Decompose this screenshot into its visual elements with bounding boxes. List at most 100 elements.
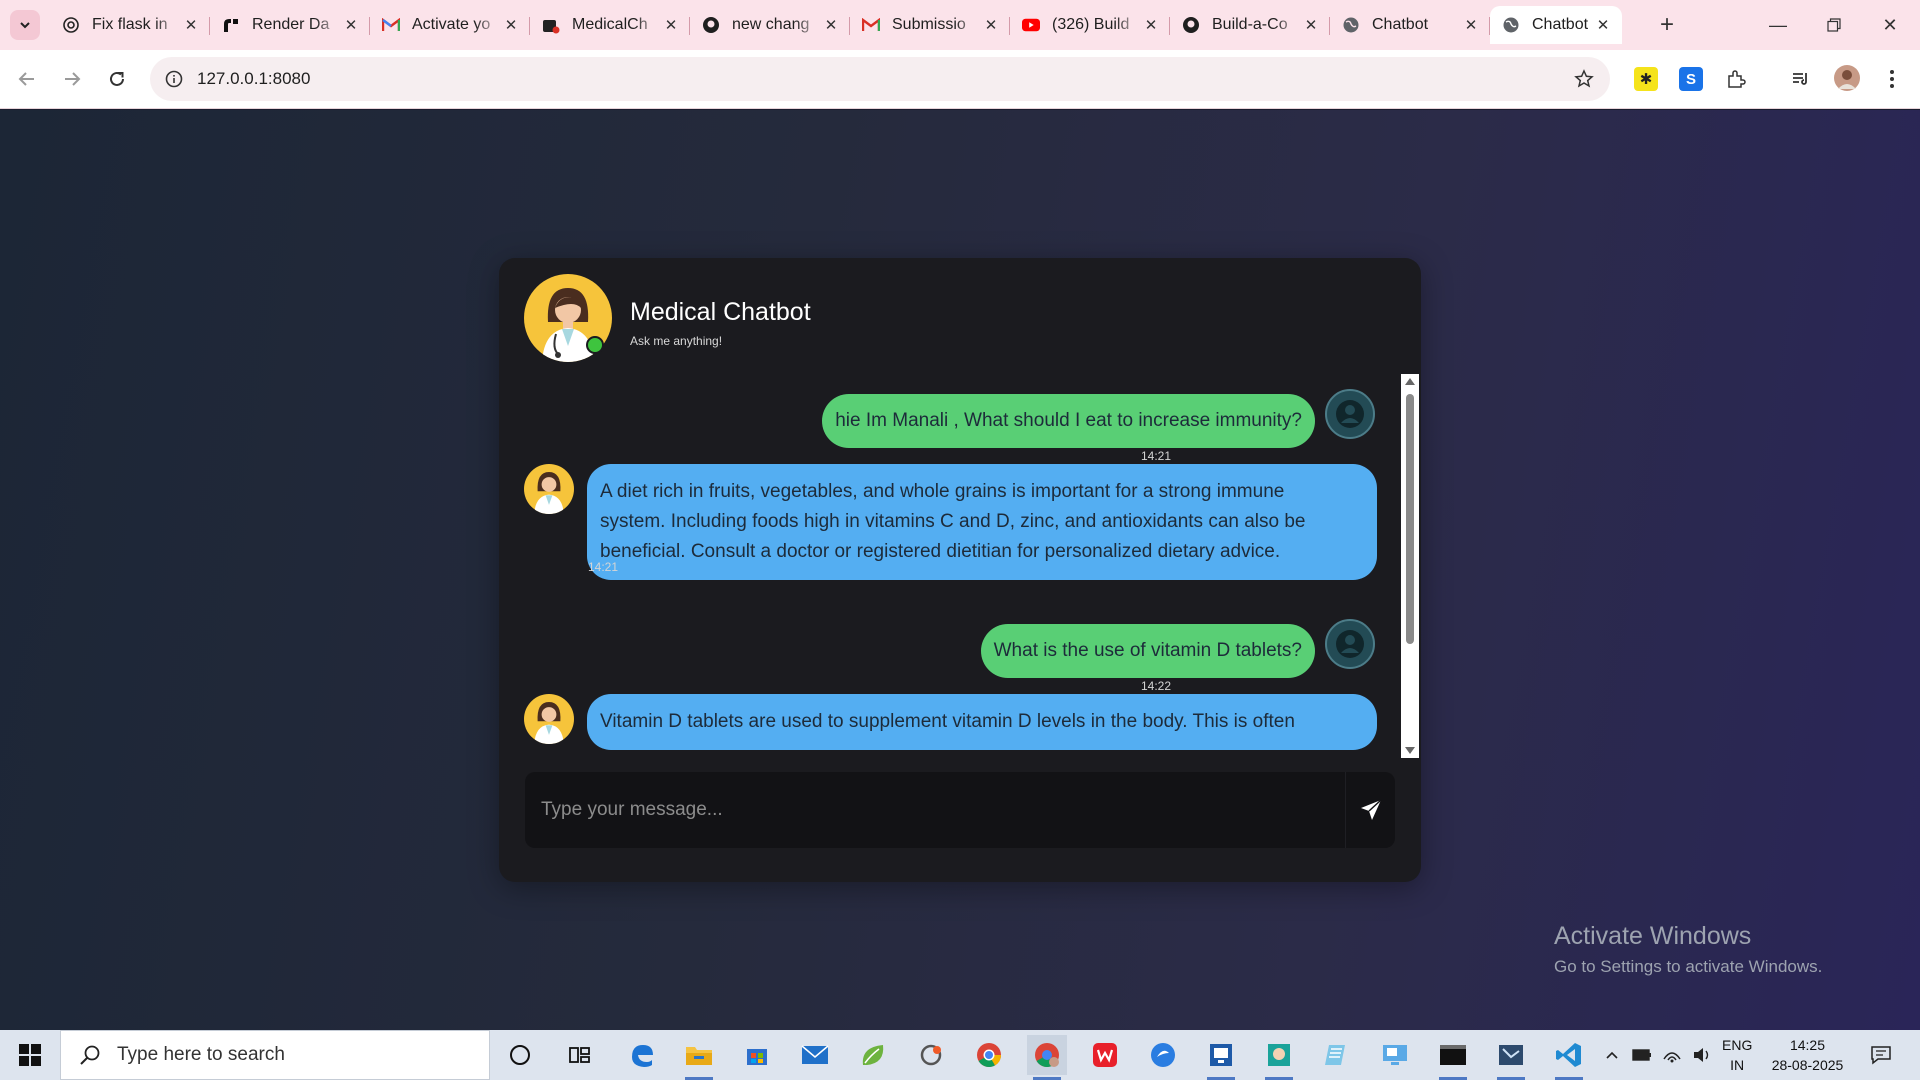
message-input[interactable] (525, 772, 1345, 848)
message-text: hie Im Manali , What should I eat to inc… (835, 410, 1302, 431)
scroll-down-arrow-icon[interactable] (1405, 747, 1415, 754)
browser-tab-active[interactable]: Chatbot ✕ (1490, 6, 1622, 44)
show-hidden-icons-chevron-icon[interactable] (1600, 1030, 1624, 1080)
watermark-title: Activate Windows (1554, 922, 1752, 950)
message-text-line: Vitamin D tablets are used to supplement… (600, 711, 1295, 732)
message-list-scrollbar[interactable] (1401, 374, 1419, 758)
close-tab-icon[interactable]: ✕ (1462, 16, 1480, 34)
address-bar[interactable]: 127.0.0.1:8080 (150, 57, 1610, 101)
close-tab-icon[interactable]: ✕ (1594, 16, 1612, 34)
user-avatar (1325, 619, 1375, 669)
wifi-icon[interactable] (1660, 1030, 1684, 1080)
cortana-icon[interactable] (500, 1035, 540, 1075)
microsoft-store-icon[interactable] (737, 1035, 777, 1075)
plus-icon: + (1659, 11, 1674, 38)
sql-tool-icon[interactable] (1491, 1035, 1531, 1080)
message-timestamp: 14:21 (588, 560, 619, 574)
extensions-puzzle-icon[interactable] (1724, 67, 1748, 91)
close-tab-icon[interactable]: ✕ (342, 16, 360, 34)
spring-leaf-icon[interactable] (853, 1035, 893, 1075)
message-text-line: system. Including foods high in vitamins… (600, 511, 1306, 532)
browser-tab[interactable]: Build-a-Co ✕ (1170, 6, 1330, 44)
start-button[interactable] (0, 1030, 60, 1080)
message-list[interactable]: hie Im Manali , What should I eat to inc… (499, 374, 1421, 758)
new-tab-button[interactable]: + (1652, 10, 1682, 40)
tab-search-button[interactable] (10, 10, 40, 40)
notification-center-icon[interactable] (1866, 1040, 1896, 1070)
message-text-line: beneficial. Consult a doctor or register… (600, 541, 1281, 562)
teal-app-icon[interactable] (1259, 1035, 1299, 1080)
render-icon (222, 16, 240, 34)
app-circle-icon[interactable] (911, 1035, 951, 1075)
arrow-right-icon (65, 72, 81, 86)
github-icon (702, 16, 720, 34)
browser-tab[interactable]: MedicalCh ✕ (530, 6, 690, 44)
activate-windows-watermark: Activate Windows Go to Settings to activ… (1554, 922, 1822, 977)
chrome-profile-icon[interactable] (1027, 1035, 1067, 1080)
blue-app-icon[interactable] (1143, 1035, 1183, 1075)
user-message-bubble: hie Im Manali , What should I eat to inc… (822, 394, 1315, 448)
close-tab-icon[interactable]: ✕ (982, 16, 1000, 34)
browser-toolbar: 127.0.0.1:8080 ✱ S (0, 50, 1920, 109)
globe-icon (1342, 16, 1360, 34)
browser-menu-kebab-icon[interactable] (1880, 67, 1904, 91)
back-button[interactable] (10, 62, 44, 96)
browser-tab[interactable]: new chang ✕ (690, 6, 850, 44)
browser-tab[interactable]: Render Da ✕ (210, 6, 370, 44)
mail-icon[interactable] (795, 1035, 835, 1075)
taskbar-search-box[interactable]: Type here to search (60, 1030, 490, 1080)
close-tab-icon[interactable]: ✕ (1142, 16, 1160, 34)
close-tab-icon[interactable]: ✕ (822, 16, 840, 34)
windows-logo-icon (19, 1044, 41, 1066)
browser-tab[interactable]: (326) Build ✕ (1010, 6, 1170, 44)
vscode-icon[interactable] (1549, 1035, 1589, 1080)
tab-title: (326) Build (1052, 16, 1130, 33)
close-tab-icon[interactable]: ✕ (502, 16, 520, 34)
network-app-icon[interactable] (1201, 1035, 1241, 1080)
minimize-button[interactable]: — (1750, 0, 1806, 50)
language-indicator[interactable]: ENG IN (1722, 1035, 1752, 1075)
user-icon (1336, 400, 1364, 428)
profile-avatar[interactable] (1834, 65, 1860, 91)
forward-button[interactable] (55, 62, 89, 96)
browser-tab[interactable]: Chatbot ✕ (1330, 6, 1490, 44)
chrome-icon[interactable] (969, 1035, 1009, 1075)
openai-icon (62, 16, 80, 34)
online-status-dot (586, 336, 604, 354)
send-button[interactable] (1345, 772, 1395, 848)
user-avatar (1325, 389, 1375, 439)
task-view-icon[interactable] (560, 1035, 600, 1075)
close-tab-icon[interactable]: ✕ (662, 16, 680, 34)
extension-s-icon[interactable]: S (1679, 67, 1703, 91)
terminal-icon[interactable] (1433, 1035, 1473, 1080)
browser-tab[interactable]: Activate yo ✕ (370, 6, 530, 44)
reload-button[interactable] (100, 62, 134, 96)
wps-office-icon[interactable] (1085, 1035, 1125, 1075)
close-window-button[interactable]: ✕ (1862, 0, 1918, 50)
restore-button[interactable] (1806, 0, 1862, 50)
media-control-icon[interactable] (1789, 67, 1813, 91)
volume-icon[interactable] (1690, 1030, 1714, 1080)
site-info-icon[interactable] (160, 65, 188, 93)
close-tab-icon[interactable]: ✕ (182, 16, 200, 34)
close-tab-icon[interactable]: ✕ (1302, 16, 1320, 34)
minimize-icon: — (1769, 14, 1787, 35)
bookmark-star-icon[interactable] (1570, 65, 1598, 93)
file-explorer-icon[interactable] (679, 1035, 719, 1080)
arrow-left-icon (18, 72, 34, 86)
browser-tab[interactable]: Submissio ✕ (850, 6, 1010, 44)
scrollbar-thumb[interactable] (1406, 394, 1414, 644)
notepad-icon[interactable] (1317, 1035, 1357, 1075)
url-text[interactable]: 127.0.0.1:8080 (197, 69, 310, 89)
extension-sparkle-icon[interactable]: ✱ (1634, 67, 1658, 91)
tab-title: Build-a-Co (1212, 16, 1288, 33)
battery-icon[interactable] (1630, 1030, 1654, 1080)
clock-date: 28-08-2025 (1771, 1057, 1844, 1073)
edge-browser-icon[interactable] (622, 1035, 662, 1075)
tab-title: Chatbot (1372, 16, 1429, 33)
remote-desktop-icon[interactable] (1375, 1035, 1415, 1075)
region-code: IN (1730, 1057, 1745, 1073)
browser-tab[interactable]: Fix flask in ✕ (50, 6, 210, 44)
scroll-up-arrow-icon[interactable] (1405, 378, 1415, 385)
taskbar-clock[interactable]: 14:25 28-08-2025 (1765, 1035, 1850, 1075)
